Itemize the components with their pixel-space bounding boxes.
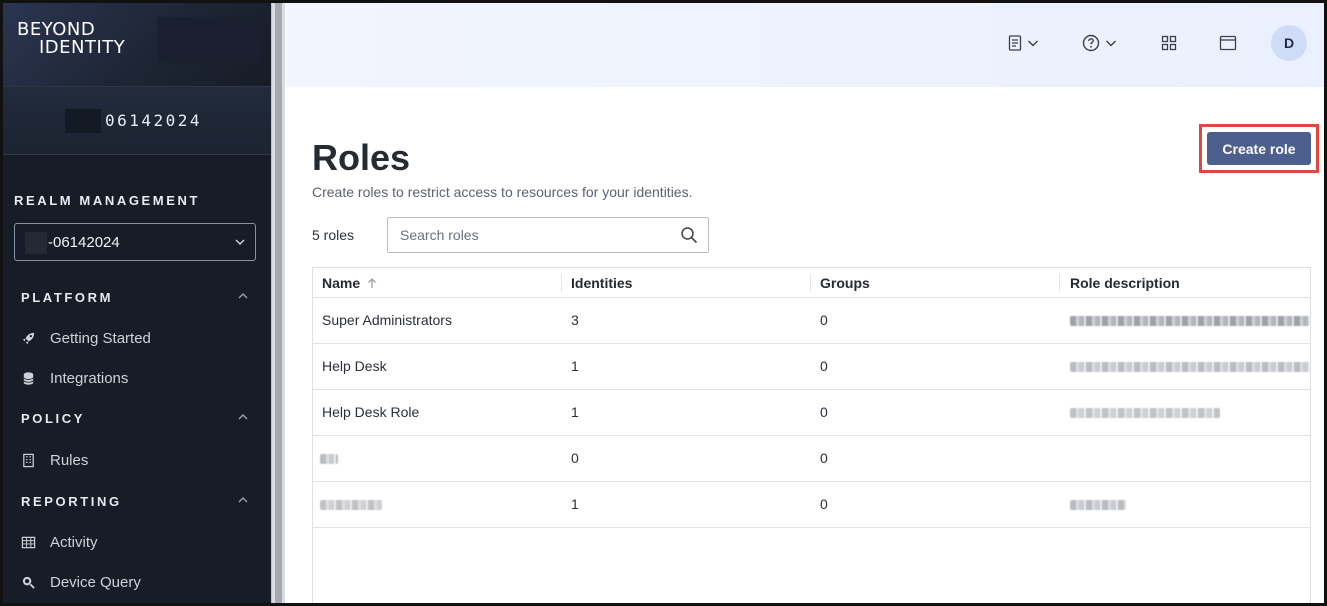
role-groups: 0 — [820, 404, 828, 420]
building-icon — [23, 453, 34, 467]
chevron-up-icon[interactable] — [236, 289, 250, 303]
sidebar-item-label: Rules — [50, 451, 89, 469]
sidebar-item-label: Activity — [50, 533, 98, 551]
page-title: Roles — [312, 137, 411, 178]
tenant-id: 06142024 — [105, 111, 203, 130]
sidebar-scrollbar[interactable] — [271, 3, 285, 603]
sidebar-item-device-query[interactable]: Device Query — [21, 571, 251, 593]
chevron-up-icon[interactable] — [236, 410, 250, 424]
role-name[interactable]: Help Desk Role — [322, 404, 419, 420]
column-divider[interactable] — [810, 274, 811, 292]
sidebar-item-getting-started[interactable]: Getting Started — [21, 327, 251, 349]
table-header: Name Identities Groups Role description — [313, 268, 1310, 298]
role-groups: 0 — [820, 496, 828, 512]
docs-menu-button[interactable] — [1008, 31, 1040, 55]
create-role-button[interactable]: Create role — [1207, 132, 1311, 165]
table-row[interactable]: 0 0 — [313, 436, 1310, 482]
chevron-down-icon — [1106, 40, 1116, 47]
column-divider[interactable] — [1059, 274, 1060, 292]
table-row[interactable]: Help Desk 1 0 — [313, 344, 1310, 390]
realm-select-value: -06142024 — [48, 234, 120, 251]
sidebar-item-integrations[interactable]: Integrations — [21, 367, 251, 389]
table-row[interactable]: Help Desk Role 1 0 — [313, 390, 1310, 436]
search-box — [387, 217, 709, 253]
highlight-box: Create role — [1199, 124, 1319, 173]
role-identities: 1 — [571, 496, 579, 512]
sidebar-item-label: Getting Started — [50, 329, 151, 347]
redacted-area — [65, 109, 101, 133]
column-header-role-description[interactable]: Role description — [1070, 275, 1180, 291]
sidebar: BEYOND IDENTITY 06142024 REALM MANAGEMEN… — [3, 3, 271, 603]
top-bar: D — [286, 3, 1324, 87]
main-content: Roles Create roles to restrict access to… — [286, 87, 1324, 603]
search-icon — [22, 576, 35, 589]
table-row[interactable]: 1 0 — [313, 482, 1310, 528]
redacted-name — [320, 454, 338, 464]
chevron-up-icon[interactable] — [236, 493, 250, 507]
rocket-icon — [22, 332, 35, 344]
tenant-header: 06142024 — [3, 87, 271, 155]
redacted-description — [1070, 316, 1310, 326]
window-button[interactable] — [1219, 31, 1237, 55]
apps-button[interactable] — [1161, 31, 1177, 55]
app-window: BEYOND IDENTITY 06142024 REALM MANAGEMEN… — [0, 0, 1327, 606]
role-groups: 0 — [820, 358, 828, 374]
redacted-area — [25, 232, 47, 254]
role-identities: 0 — [571, 450, 579, 466]
page-subtitle: Create roles to restrict access to resou… — [312, 184, 693, 200]
table-row[interactable]: Super Administrators 3 0 — [313, 298, 1310, 344]
role-identities: 1 — [571, 404, 579, 420]
user-avatar[interactable]: D — [1271, 25, 1307, 61]
search-icon[interactable] — [680, 226, 698, 244]
redacted-description — [1070, 362, 1310, 372]
apps-grid-icon — [1161, 35, 1177, 51]
column-header-groups[interactable]: Groups — [820, 275, 870, 291]
column-header-identities[interactable]: Identities — [571, 275, 632, 291]
window-icon — [1219, 35, 1237, 51]
help-icon — [1082, 34, 1100, 52]
role-identities: 3 — [571, 312, 579, 328]
roles-table: Name Identities Groups Role description … — [312, 267, 1311, 603]
role-name[interactable]: Help Desk — [322, 358, 387, 374]
sidebar-item-label: Integrations — [50, 369, 129, 387]
sort-ascending-icon[interactable] — [366, 277, 378, 289]
sidebar-item-label: Device Query — [50, 573, 141, 591]
role-groups: 0 — [820, 312, 828, 328]
column-label: Name — [322, 275, 361, 291]
column-header-name[interactable]: Name — [322, 275, 378, 291]
column-divider[interactable] — [561, 274, 562, 292]
document-icon — [1008, 35, 1022, 51]
redacted-name — [320, 500, 382, 510]
realm-select[interactable]: -06142024 — [14, 223, 256, 261]
chevron-down-icon — [1028, 40, 1038, 47]
role-identities: 1 — [571, 358, 579, 374]
role-name[interactable]: Super Administrators — [322, 312, 452, 328]
role-groups: 0 — [820, 450, 828, 466]
redacted-area — [157, 17, 261, 63]
policy-heading[interactable]: POLICY — [21, 411, 85, 426]
reporting-heading[interactable]: REPORTING — [21, 494, 122, 509]
search-input[interactable] — [388, 218, 668, 252]
table-grid-icon — [21, 536, 36, 548]
redacted-description — [1070, 408, 1220, 418]
sidebar-item-activity[interactable]: Activity — [21, 531, 251, 553]
chevron-down-icon — [235, 239, 245, 245]
redacted-description — [1070, 500, 1126, 510]
brand-header: BEYOND IDENTITY — [3, 3, 271, 87]
brand-logo[interactable]: BEYOND IDENTITY — [17, 21, 125, 57]
realm-management-heading: REALM MANAGEMENT — [14, 193, 201, 208]
platform-heading[interactable]: PLATFORM — [21, 290, 113, 305]
database-icon — [23, 371, 34, 385]
help-menu-button[interactable] — [1082, 31, 1118, 55]
roles-count: 5 roles — [312, 227, 355, 243]
brand-line-2: IDENTITY — [39, 37, 126, 58]
sidebar-item-rules[interactable]: Rules — [21, 449, 251, 471]
scrollbar-thumb[interactable] — [275, 3, 282, 603]
